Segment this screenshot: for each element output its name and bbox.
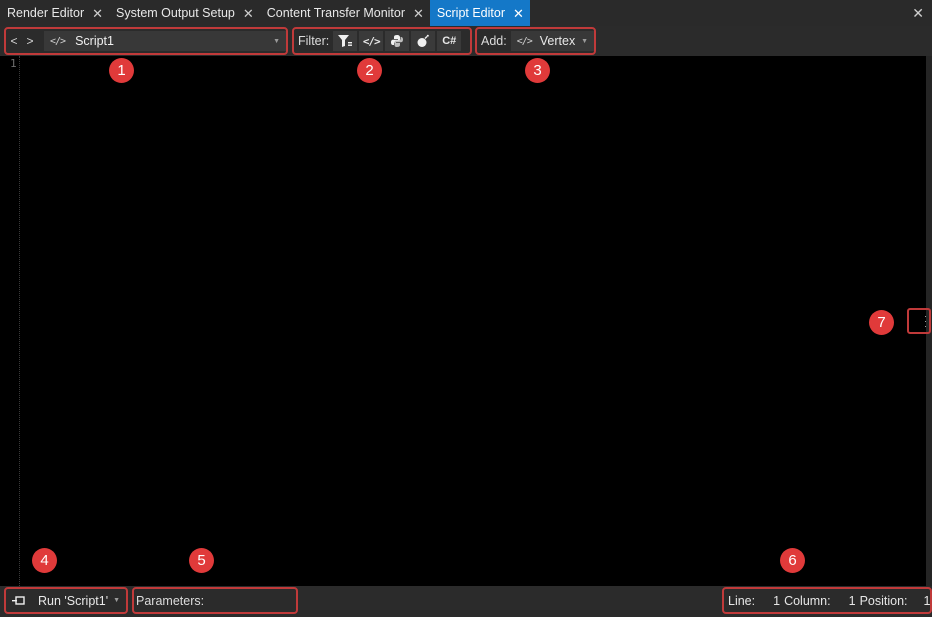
window-close-icon[interactable]: ✕: [912, 5, 924, 22]
close-icon[interactable]: ✕: [513, 7, 524, 20]
code-icon[interactable]: </>: [359, 31, 384, 51]
line-label: Line:: [728, 593, 756, 608]
chevron-down-icon[interactable]: ▼: [113, 597, 120, 604]
parameters-label: Parameters:: [136, 593, 205, 608]
tab-system-output-setup[interactable]: System Output Setup ✕: [109, 0, 260, 26]
chevron-down-icon: ▼: [581, 37, 588, 45]
script-navigator: < > </> Script1 ▼: [4, 27, 288, 55]
tab-bar: Render Editor ✕ System Output Setup ✕ Co…: [0, 0, 932, 26]
add-type-select[interactable]: </> Vertex ▼: [510, 31, 594, 51]
line-number-gutter: 1: [0, 56, 20, 586]
python-icon: [391, 35, 404, 47]
forward-button[interactable]: >: [22, 34, 38, 48]
column-value: 1: [848, 593, 856, 608]
filter-label: Filter:: [298, 34, 330, 48]
parameters-field[interactable]: Parameters:: [132, 587, 298, 614]
run-script-button[interactable]: Run 'Script1' ▼: [6, 594, 126, 608]
bomb-filter-button[interactable]: [411, 31, 436, 51]
column-label: Column:: [784, 593, 831, 608]
line-value: 1: [773, 593, 781, 608]
add-group: Add: </> Vertex ▼: [475, 27, 596, 55]
tab-render-editor[interactable]: Render Editor ✕: [0, 0, 109, 26]
grip-icon: · · ·: [924, 311, 927, 331]
filter-icon: [338, 35, 353, 47]
toolbar: < > </> Script1 ▼ Filter: </> C# Add: </…: [0, 26, 932, 56]
callout-marker-1: 1: [109, 58, 134, 83]
code-icon: </>: [50, 35, 66, 47]
position-value: 1: [923, 593, 931, 608]
run-label: Run 'Script1': [38, 593, 109, 608]
run-group: Run 'Script1' ▼: [4, 587, 128, 614]
script-name: Script1: [75, 34, 114, 48]
close-icon[interactable]: ✕: [92, 7, 103, 20]
add-type-value: Vertex: [539, 34, 576, 48]
tab-script-editor[interactable]: Script Editor ✕: [429, 0, 530, 26]
add-label: Add:: [481, 34, 507, 48]
cursor-position-info: Line: 1 Column: 1 Position: 1: [722, 587, 932, 614]
back-button[interactable]: <: [6, 34, 22, 48]
close-icon[interactable]: ✕: [413, 7, 424, 20]
bomb-icon: [417, 34, 430, 47]
splitter-handle[interactable]: · · ·: [907, 308, 931, 334]
code-editor[interactable]: 1: [0, 56, 926, 586]
callout-marker-7: 7: [869, 310, 894, 335]
tab-label: Render Editor: [7, 6, 85, 20]
python-filter-button[interactable]: [385, 31, 410, 51]
code-icon: </>: [516, 35, 533, 47]
position-label: Position:: [859, 593, 908, 608]
tab-content-transfer-monitor[interactable]: Content Transfer Monitor ✕: [260, 0, 430, 26]
filter-group: Filter: </> C#: [292, 27, 472, 55]
tab-label: System Output Setup: [116, 6, 235, 20]
callout-marker-6: 6: [780, 548, 805, 573]
callout-marker-3: 3: [525, 58, 550, 83]
chevron-down-icon: ▼: [273, 37, 280, 45]
callout-marker-5: 5: [189, 548, 214, 573]
status-bar: Run 'Script1' ▼ Parameters: Line: 1 Colu…: [0, 586, 932, 617]
csharp-icon[interactable]: C#: [437, 31, 462, 51]
callout-marker-4: 4: [32, 548, 57, 573]
close-icon[interactable]: ✕: [243, 7, 254, 20]
callout-marker-2: 2: [357, 58, 382, 83]
tab-label: Script Editor: [436, 6, 506, 20]
line-number: 1: [10, 57, 17, 70]
script-select[interactable]: </> Script1 ▼: [44, 31, 286, 51]
run-icon: [12, 595, 25, 605]
filter-all-button[interactable]: [333, 31, 358, 51]
tab-label: Content Transfer Monitor: [266, 6, 406, 20]
